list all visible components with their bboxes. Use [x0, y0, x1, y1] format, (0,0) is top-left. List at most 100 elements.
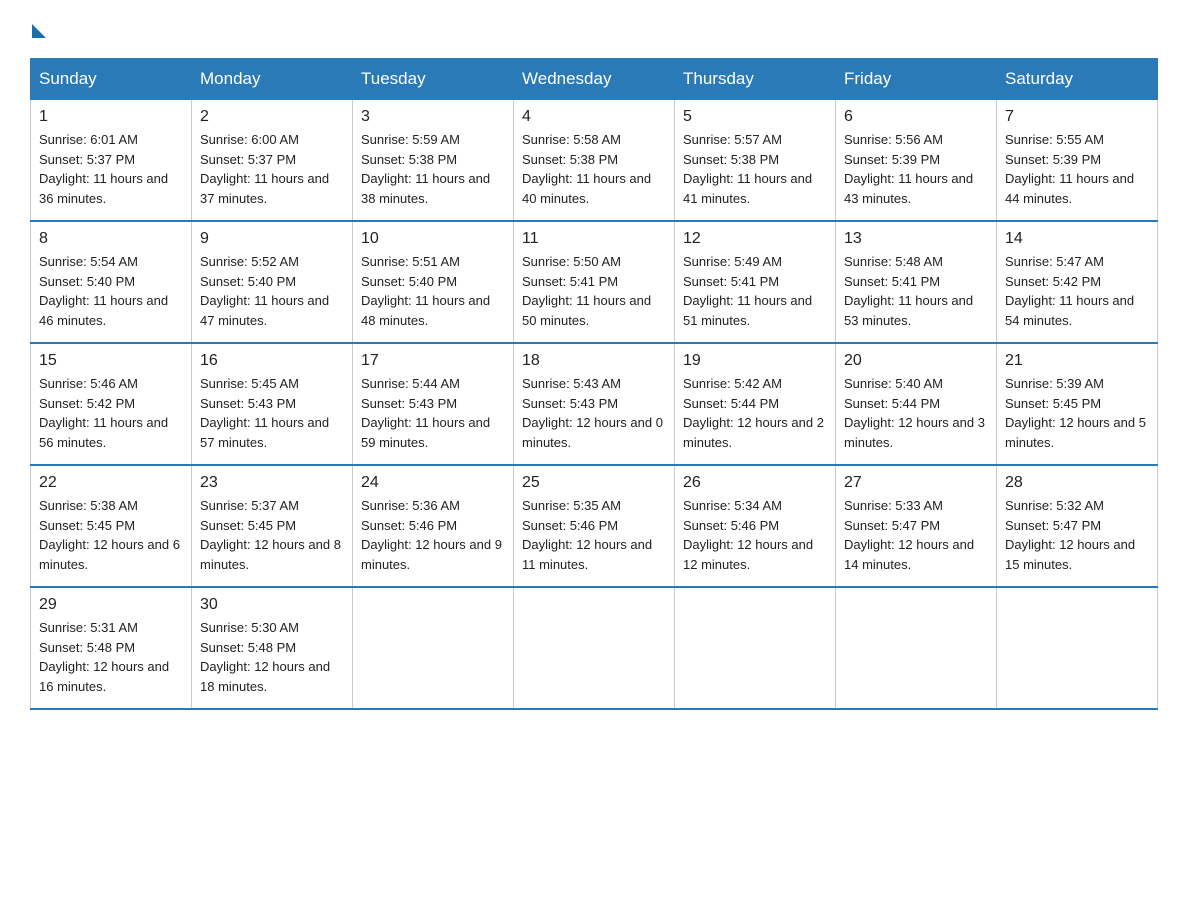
calendar-cell: 17Sunrise: 5:44 AMSunset: 5:43 PMDayligh… [353, 343, 514, 465]
day-info: Sunrise: 5:40 AMSunset: 5:44 PMDaylight:… [844, 374, 988, 452]
col-header-monday: Monday [192, 59, 353, 100]
day-info: Sunrise: 5:38 AMSunset: 5:45 PMDaylight:… [39, 496, 183, 574]
logo-arrow-icon [32, 24, 46, 38]
calendar-cell: 27 Sunrise: 5:33 AMSunset: 5:47 PMDayligh… [836, 465, 997, 587]
day-info: Sunrise: 5:46 AMSunset: 5:42 PMDaylight:… [39, 374, 183, 452]
day-number: 21 [1005, 352, 1149, 370]
day-info: Sunrise: 5:35 AMSunset: 5:46 PMDaylight:… [522, 496, 666, 574]
col-header-friday: Friday [836, 59, 997, 100]
day-info: Sunrise: 5:55 AMSunset: 5:39 PMDaylight:… [1005, 130, 1149, 208]
day-info: Sunrise: 5:32 AMSunset: 5:47 PMDaylight:… [1005, 496, 1149, 574]
col-header-wednesday: Wednesday [514, 59, 675, 100]
calendar-cell: 23Sunrise: 5:37 AMSunset: 5:45 PMDayligh… [192, 465, 353, 587]
calendar-cell: 7Sunrise: 5:55 AMSunset: 5:39 PMDaylight… [997, 100, 1158, 222]
day-info: Sunrise: 5:33 AMSunset: 5:47 PMDaylight:… [844, 496, 988, 574]
day-number: 26 [683, 474, 827, 492]
calendar-cell: 24 Sunrise: 5:36 AMSunset: 5:46 PMDayligh… [353, 465, 514, 587]
calendar-cell [675, 587, 836, 709]
calendar-cell: 28 Sunrise: 5:32 AMSunset: 5:47 PMDayligh… [997, 465, 1158, 587]
calendar-cell: 9 Sunrise: 5:52 AMSunset: 5:40 PMDaylight… [192, 221, 353, 343]
day-info: Sunrise: 5:49 AMSunset: 5:41 PMDaylight:… [683, 252, 827, 330]
day-number: 28 [1005, 474, 1149, 492]
calendar-cell: 3 Sunrise: 5:59 AMSunset: 5:38 PMDaylight… [353, 100, 514, 222]
day-info: Sunrise: 5:36 AMSunset: 5:46 PMDaylight:… [361, 496, 505, 574]
calendar-cell: 13 Sunrise: 5:48 AMSunset: 5:41 PMDayligh… [836, 221, 997, 343]
day-number: 10 [361, 230, 505, 248]
day-number: 22 [39, 474, 183, 492]
col-header-tuesday: Tuesday [353, 59, 514, 100]
day-info: Sunrise: 5:50 AMSunset: 5:41 PMDaylight:… [522, 252, 666, 330]
day-info: Sunrise: 5:51 AMSunset: 5:40 PMDaylight:… [361, 252, 505, 330]
day-number: 30 [200, 596, 344, 614]
day-number: 16 [200, 352, 344, 370]
col-header-sunday: Sunday [31, 59, 192, 100]
day-number: 5 [683, 108, 827, 126]
calendar-cell: 29 Sunrise: 5:31 AMSunset: 5:48 PMDayligh… [31, 587, 192, 709]
day-number: 9 [200, 230, 344, 248]
calendar-week-row: 29 Sunrise: 5:31 AMSunset: 5:48 PMDayligh… [31, 587, 1158, 709]
day-number: 11 [522, 230, 666, 248]
calendar-cell: 19 Sunrise: 5:42 AMSunset: 5:44 PMDayligh… [675, 343, 836, 465]
calendar-cell: 4 Sunrise: 5:58 AMSunset: 5:38 PMDaylight… [514, 100, 675, 222]
day-number: 18 [522, 352, 666, 370]
calendar-cell: 5 Sunrise: 5:57 AMSunset: 5:38 PMDaylight… [675, 100, 836, 222]
day-number: 2 [200, 108, 344, 126]
day-number: 6 [844, 108, 988, 126]
calendar-cell: 26Sunrise: 5:34 AMSunset: 5:46 PMDayligh… [675, 465, 836, 587]
calendar-cell: 20 Sunrise: 5:40 AMSunset: 5:44 PMDayligh… [836, 343, 997, 465]
calendar-cell: 11 Sunrise: 5:50 AMSunset: 5:41 PMDayligh… [514, 221, 675, 343]
day-number: 27 [844, 474, 988, 492]
calendar-cell: 30 Sunrise: 5:30 AMSunset: 5:48 PMDayligh… [192, 587, 353, 709]
day-number: 24 [361, 474, 505, 492]
day-number: 3 [361, 108, 505, 126]
logo-row1 [30, 20, 46, 38]
calendar-cell: 1 Sunrise: 6:01 AMSunset: 5:37 PMDaylight… [31, 100, 192, 222]
calendar-cell: 8 Sunrise: 5:54 AMSunset: 5:40 PMDaylight… [31, 221, 192, 343]
day-info: Sunrise: 5:47 AMSunset: 5:42 PMDaylight:… [1005, 252, 1149, 330]
day-info: Sunrise: 5:58 AMSunset: 5:38 PMDaylight:… [522, 130, 666, 208]
calendar-cell: 10 Sunrise: 5:51 AMSunset: 5:40 PMDayligh… [353, 221, 514, 343]
calendar-cell [353, 587, 514, 709]
day-number: 1 [39, 108, 183, 126]
day-info: Sunrise: 6:00 AMSunset: 5:37 PMDaylight:… [200, 130, 344, 208]
day-info: Sunrise: 5:42 AMSunset: 5:44 PMDaylight:… [683, 374, 827, 452]
day-number: 25 [522, 474, 666, 492]
calendar-cell [836, 587, 997, 709]
day-number: 15 [39, 352, 183, 370]
day-info: Sunrise: 5:54 AMSunset: 5:40 PMDaylight:… [39, 252, 183, 330]
day-number: 13 [844, 230, 988, 248]
calendar-cell [514, 587, 675, 709]
calendar-cell: 14 Sunrise: 5:47 AMSunset: 5:42 PMDayligh… [997, 221, 1158, 343]
day-number: 20 [844, 352, 988, 370]
calendar-cell [997, 587, 1158, 709]
day-number: 14 [1005, 230, 1149, 248]
day-info: Sunrise: 5:31 AMSunset: 5:48 PMDaylight:… [39, 618, 183, 696]
day-number: 8 [39, 230, 183, 248]
calendar-cell: 2 Sunrise: 6:00 AMSunset: 5:37 PMDaylight… [192, 100, 353, 222]
calendar-header-row: SundayMondayTuesdayWednesdayThursdayFrid… [31, 59, 1158, 100]
day-number: 29 [39, 596, 183, 614]
calendar-week-row: 1 Sunrise: 6:01 AMSunset: 5:37 PMDaylight… [31, 100, 1158, 222]
day-info: Sunrise: 5:52 AMSunset: 5:40 PMDaylight:… [200, 252, 344, 330]
calendar-cell: 21 Sunrise: 5:39 AMSunset: 5:45 PMDayligh… [997, 343, 1158, 465]
day-number: 19 [683, 352, 827, 370]
day-info: Sunrise: 5:59 AMSunset: 5:38 PMDaylight:… [361, 130, 505, 208]
calendar-week-row: 8 Sunrise: 5:54 AMSunset: 5:40 PMDaylight… [31, 221, 1158, 343]
day-info: Sunrise: 5:48 AMSunset: 5:41 PMDaylight:… [844, 252, 988, 330]
day-number: 4 [522, 108, 666, 126]
day-info: Sunrise: 5:56 AMSunset: 5:39 PMDaylight:… [844, 130, 988, 208]
logo [30, 20, 46, 38]
col-header-saturday: Saturday [997, 59, 1158, 100]
day-number: 23 [200, 474, 344, 492]
calendar-cell: 18Sunrise: 5:43 AMSunset: 5:43 PMDayligh… [514, 343, 675, 465]
day-info: Sunrise: 5:45 AMSunset: 5:43 PMDaylight:… [200, 374, 344, 452]
day-number: 17 [361, 352, 505, 370]
calendar-table: SundayMondayTuesdayWednesdayThursdayFrid… [30, 58, 1158, 710]
day-info: Sunrise: 5:30 AMSunset: 5:48 PMDaylight:… [200, 618, 344, 696]
calendar-cell: 12Sunrise: 5:49 AMSunset: 5:41 PMDayligh… [675, 221, 836, 343]
calendar-cell: 6 Sunrise: 5:56 AMSunset: 5:39 PMDaylight… [836, 100, 997, 222]
day-info: Sunrise: 6:01 AMSunset: 5:37 PMDaylight:… [39, 130, 183, 208]
col-header-thursday: Thursday [675, 59, 836, 100]
day-info: Sunrise: 5:57 AMSunset: 5:38 PMDaylight:… [683, 130, 827, 208]
day-info: Sunrise: 5:39 AMSunset: 5:45 PMDaylight:… [1005, 374, 1149, 452]
